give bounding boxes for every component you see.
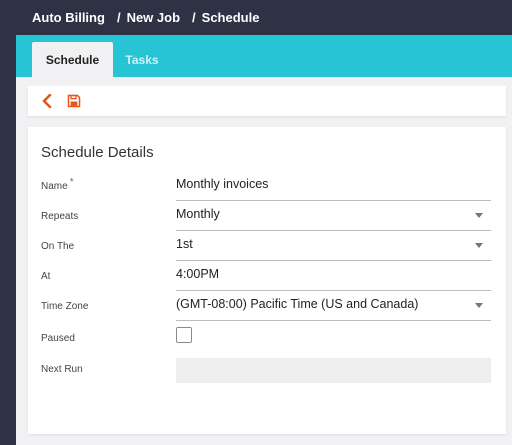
on-the-label: On The — [41, 241, 75, 252]
paused-checkbox[interactable] — [176, 327, 192, 343]
time-field[interactable]: 4:00PM — [176, 261, 491, 291]
time-zone-value: (GMT-08:00) Pacific Time (US and Canada) — [176, 297, 419, 311]
name-label: Name * — [41, 177, 74, 192]
at-label: At — [41, 271, 51, 282]
tab-schedule[interactable]: Schedule — [32, 42, 113, 77]
save-button[interactable] — [65, 92, 83, 110]
chevron-down-icon — [475, 213, 483, 218]
chevron-down-icon — [475, 243, 483, 248]
next-run-field — [176, 358, 491, 383]
breadcrumb-item-new-job[interactable]: New Job — [127, 10, 180, 25]
repeats-label: Repeats — [41, 211, 79, 222]
time-zone-label: Time Zone — [41, 301, 89, 312]
next-run-label: Next Run — [41, 364, 83, 375]
chevron-left-icon — [42, 94, 52, 108]
on-the-select[interactable]: 1st — [176, 231, 491, 261]
on-the-row: On The 1st — [28, 231, 506, 261]
toolbar — [28, 86, 506, 116]
required-marker: * — [69, 177, 74, 188]
repeats-value: Monthly — [176, 207, 220, 221]
tab-bar: Schedule Tasks — [16, 35, 512, 77]
time-zone-row: Time Zone (GMT-08:00) Pacific Time (US a… — [28, 291, 506, 321]
breadcrumb-item-auto-billing[interactable]: Auto Billing — [32, 10, 105, 25]
breadcrumb-item-schedule: Schedule — [201, 10, 260, 25]
save-icon — [67, 94, 81, 108]
repeats-row: Repeats Monthly — [28, 201, 506, 231]
breadcrumb-separator: / — [116, 10, 121, 25]
back-button[interactable] — [38, 92, 56, 110]
paused-row: Paused — [28, 324, 506, 354]
repeats-select[interactable]: Monthly — [176, 201, 491, 231]
on-the-value: 1st — [176, 237, 193, 251]
panel-title: Schedule Details — [41, 144, 154, 161]
time-zone-select[interactable]: (GMT-08:00) Pacific Time (US and Canada) — [176, 291, 491, 321]
main-content: Schedule Tasks Schedule Details Name * Mo… — [16, 35, 512, 445]
name-field[interactable]: Monthly invoices — [176, 171, 491, 201]
paused-label: Paused — [41, 333, 75, 344]
at-row: At 4:00PM — [28, 261, 506, 291]
breadcrumb: Auto Billing / New Job / Schedule — [0, 0, 512, 35]
schedule-details-panel: Schedule Details Name * Monthly invoices … — [28, 127, 506, 434]
breadcrumb-separator: / — [192, 10, 196, 25]
tab-tasks[interactable]: Tasks — [116, 42, 168, 77]
next-run-row: Next Run — [28, 356, 506, 386]
name-row: Name * Monthly invoices — [28, 171, 506, 201]
chevron-down-icon — [475, 303, 483, 308]
